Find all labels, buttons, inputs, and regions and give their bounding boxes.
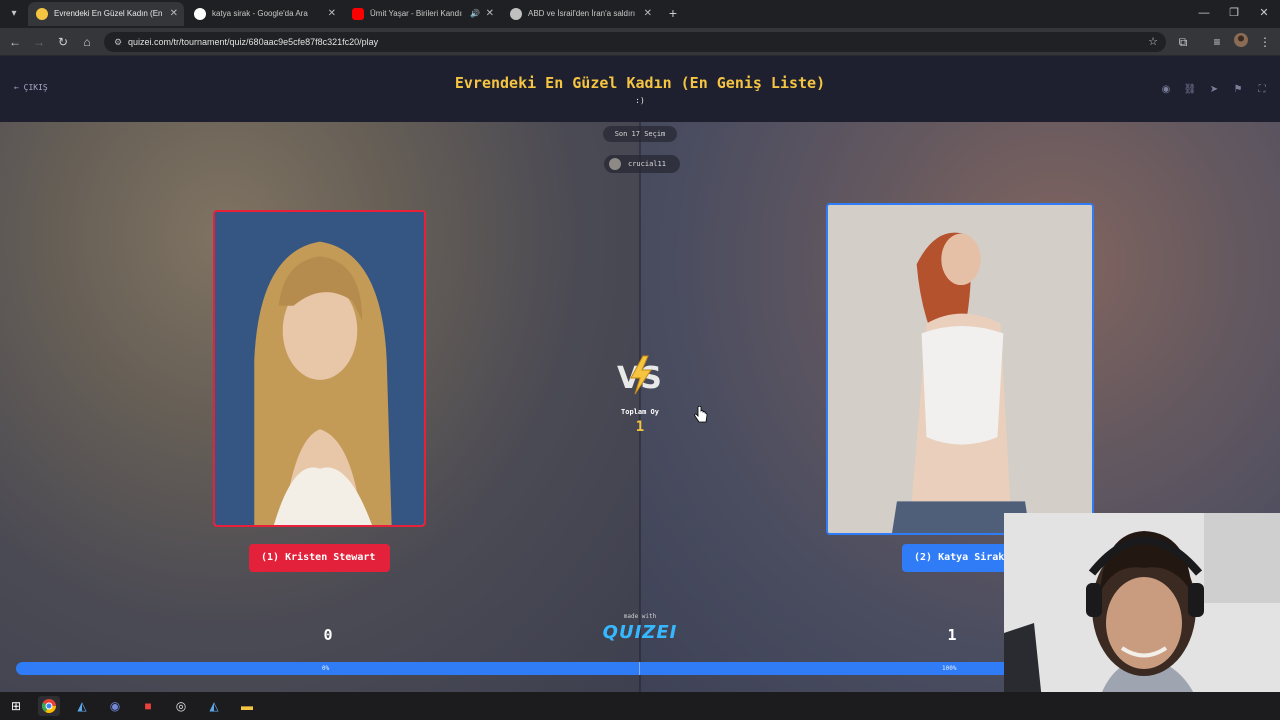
progress-midline bbox=[639, 662, 640, 675]
center-divider bbox=[639, 122, 641, 692]
chrome-icon[interactable] bbox=[38, 696, 60, 716]
tab-title: Evrendeki En Güzel Kadın (En G bbox=[54, 9, 162, 18]
quiz-header: ← ÇIKIŞ Evrendeki En Güzel Kadın (En Gen… bbox=[0, 56, 1280, 122]
tab-title: katya sirak - Google'da Ara bbox=[212, 9, 308, 18]
user-avatar bbox=[609, 158, 621, 170]
close-icon[interactable]: ✕ bbox=[170, 2, 178, 26]
browser-toolbar: ← → ↻ ⌂ ⚙ quizei.com/tr/tournament/quiz/… bbox=[0, 28, 1280, 56]
tab-strip: ▾ Evrendeki En Güzel Kadın (En G ✕ katya… bbox=[0, 0, 1280, 28]
new-tab-plus-icon[interactable]: + bbox=[664, 4, 682, 22]
right-score: 1 bbox=[947, 626, 957, 644]
url-text[interactable]: quizei.com/tr/tournament/quiz/680aac9e5c… bbox=[128, 32, 378, 52]
link-icon[interactable]: ⛓ bbox=[1182, 82, 1198, 98]
site-info-icon[interactable]: ⚙ bbox=[110, 34, 126, 50]
webcam-overlay bbox=[1004, 513, 1280, 720]
bookmark-star-icon[interactable]: ☆ bbox=[1148, 32, 1158, 52]
kebab-menu-icon[interactable]: ⋮ bbox=[1256, 33, 1274, 51]
total-votes-label: Toplam Oy bbox=[621, 408, 659, 416]
speaker-icon[interactable]: 🔊 bbox=[470, 2, 480, 26]
user-pill[interactable]: crucial11 bbox=[604, 155, 680, 173]
right-candidate-card[interactable] bbox=[826, 203, 1094, 535]
windows-taskbar: ⊞ ◭ ◉ ■ ◎ ◭ ▬ bbox=[0, 692, 1280, 720]
streamer-webcam-image bbox=[1004, 513, 1280, 720]
forward-arrow-icon[interactable]: → bbox=[30, 33, 48, 51]
amd-software-icon[interactable]: ■ bbox=[137, 696, 159, 716]
fullscreen-icon[interactable]: ⛶ bbox=[1254, 82, 1270, 98]
quiz-subtitle: :) bbox=[635, 96, 645, 105]
globe-favicon-icon bbox=[510, 8, 522, 20]
home-icon[interactable]: ⌂ bbox=[78, 33, 96, 51]
google-favicon-icon bbox=[194, 8, 206, 20]
restore-icon[interactable]: ❐ bbox=[1220, 4, 1248, 22]
reload-icon[interactable]: ↻ bbox=[54, 33, 72, 51]
windows-start-icon[interactable]: ⊞ bbox=[5, 696, 27, 716]
tab-title: ABD ve İsrail'den İran'a saldırı bbox=[528, 9, 636, 18]
tab-title: Ümit Yaşar - Birileri Kandırm bbox=[370, 9, 462, 18]
share-icon[interactable]: ➤ bbox=[1206, 82, 1222, 98]
close-icon[interactable]: ✕ bbox=[328, 2, 336, 26]
quizei-favicon-icon bbox=[36, 8, 48, 20]
steam-app-icon[interactable]: ◭ bbox=[203, 696, 225, 716]
left-score: 0 bbox=[323, 626, 333, 644]
quizei-logo[interactable]: QUIZEI bbox=[600, 622, 680, 643]
profile-avatar[interactable] bbox=[1232, 33, 1250, 51]
steam-icon[interactable]: ◭ bbox=[71, 696, 93, 716]
recent-choices-pill[interactable]: Son 17 Seçim bbox=[603, 126, 677, 142]
recorder-icon[interactable]: ◎ bbox=[170, 696, 192, 716]
made-with-label: made with bbox=[623, 613, 657, 620]
discord-icon[interactable]: ◉ bbox=[104, 696, 126, 716]
tab-google-search[interactable]: katya sirak - Google'da Ara ✕ bbox=[186, 2, 342, 26]
tab-search-icon[interactable]: ▾ bbox=[6, 6, 22, 22]
username: crucial11 bbox=[628, 160, 666, 168]
youtube-favicon-icon bbox=[352, 8, 364, 20]
right-percent: 100% bbox=[942, 665, 957, 672]
close-icon[interactable]: ✕ bbox=[644, 2, 652, 26]
window-close-icon[interactable]: ✕ bbox=[1250, 4, 1278, 22]
close-icon[interactable]: ✕ bbox=[486, 2, 494, 26]
left-percent: 0% bbox=[322, 665, 330, 672]
address-bar[interactable]: ⚙ quizei.com/tr/tournament/quiz/680aac9e… bbox=[104, 32, 1166, 52]
media-controls-icon[interactable]: ≡ bbox=[1208, 33, 1226, 51]
file-explorer-icon[interactable]: ▬ bbox=[236, 696, 258, 716]
minimize-icon[interactable]: — bbox=[1190, 4, 1218, 22]
extensions-puzzle-icon[interactable]: ⧉ bbox=[1174, 33, 1192, 51]
tab-news[interactable]: ABD ve İsrail'den İran'a saldırı ✕ bbox=[502, 2, 658, 26]
tab-youtube[interactable]: Ümit Yaşar - Birileri Kandırm 🔊 ✕ bbox=[344, 2, 500, 26]
right-candidate-photo bbox=[828, 205, 1092, 533]
hand-cursor-icon bbox=[694, 406, 708, 423]
quiz-title: Evrendeki En Güzel Kadın (En Geniş Liste… bbox=[454, 74, 826, 92]
back-arrow-icon[interactable]: ← bbox=[6, 33, 24, 51]
left-candidate-card[interactable] bbox=[213, 210, 426, 527]
tab-quizei[interactable]: Evrendeki En Güzel Kadın (En G ✕ bbox=[28, 2, 184, 26]
eye-icon[interactable]: ◉ bbox=[1158, 82, 1174, 98]
left-candidate-photo bbox=[215, 212, 424, 525]
vs-lightning-icon: VS bbox=[617, 355, 662, 396]
total-votes-count: 1 bbox=[635, 419, 645, 435]
left-candidate-name-button[interactable]: (1) Kristen Stewart bbox=[249, 544, 390, 572]
flag-icon[interactable]: ⚑ bbox=[1230, 82, 1246, 98]
